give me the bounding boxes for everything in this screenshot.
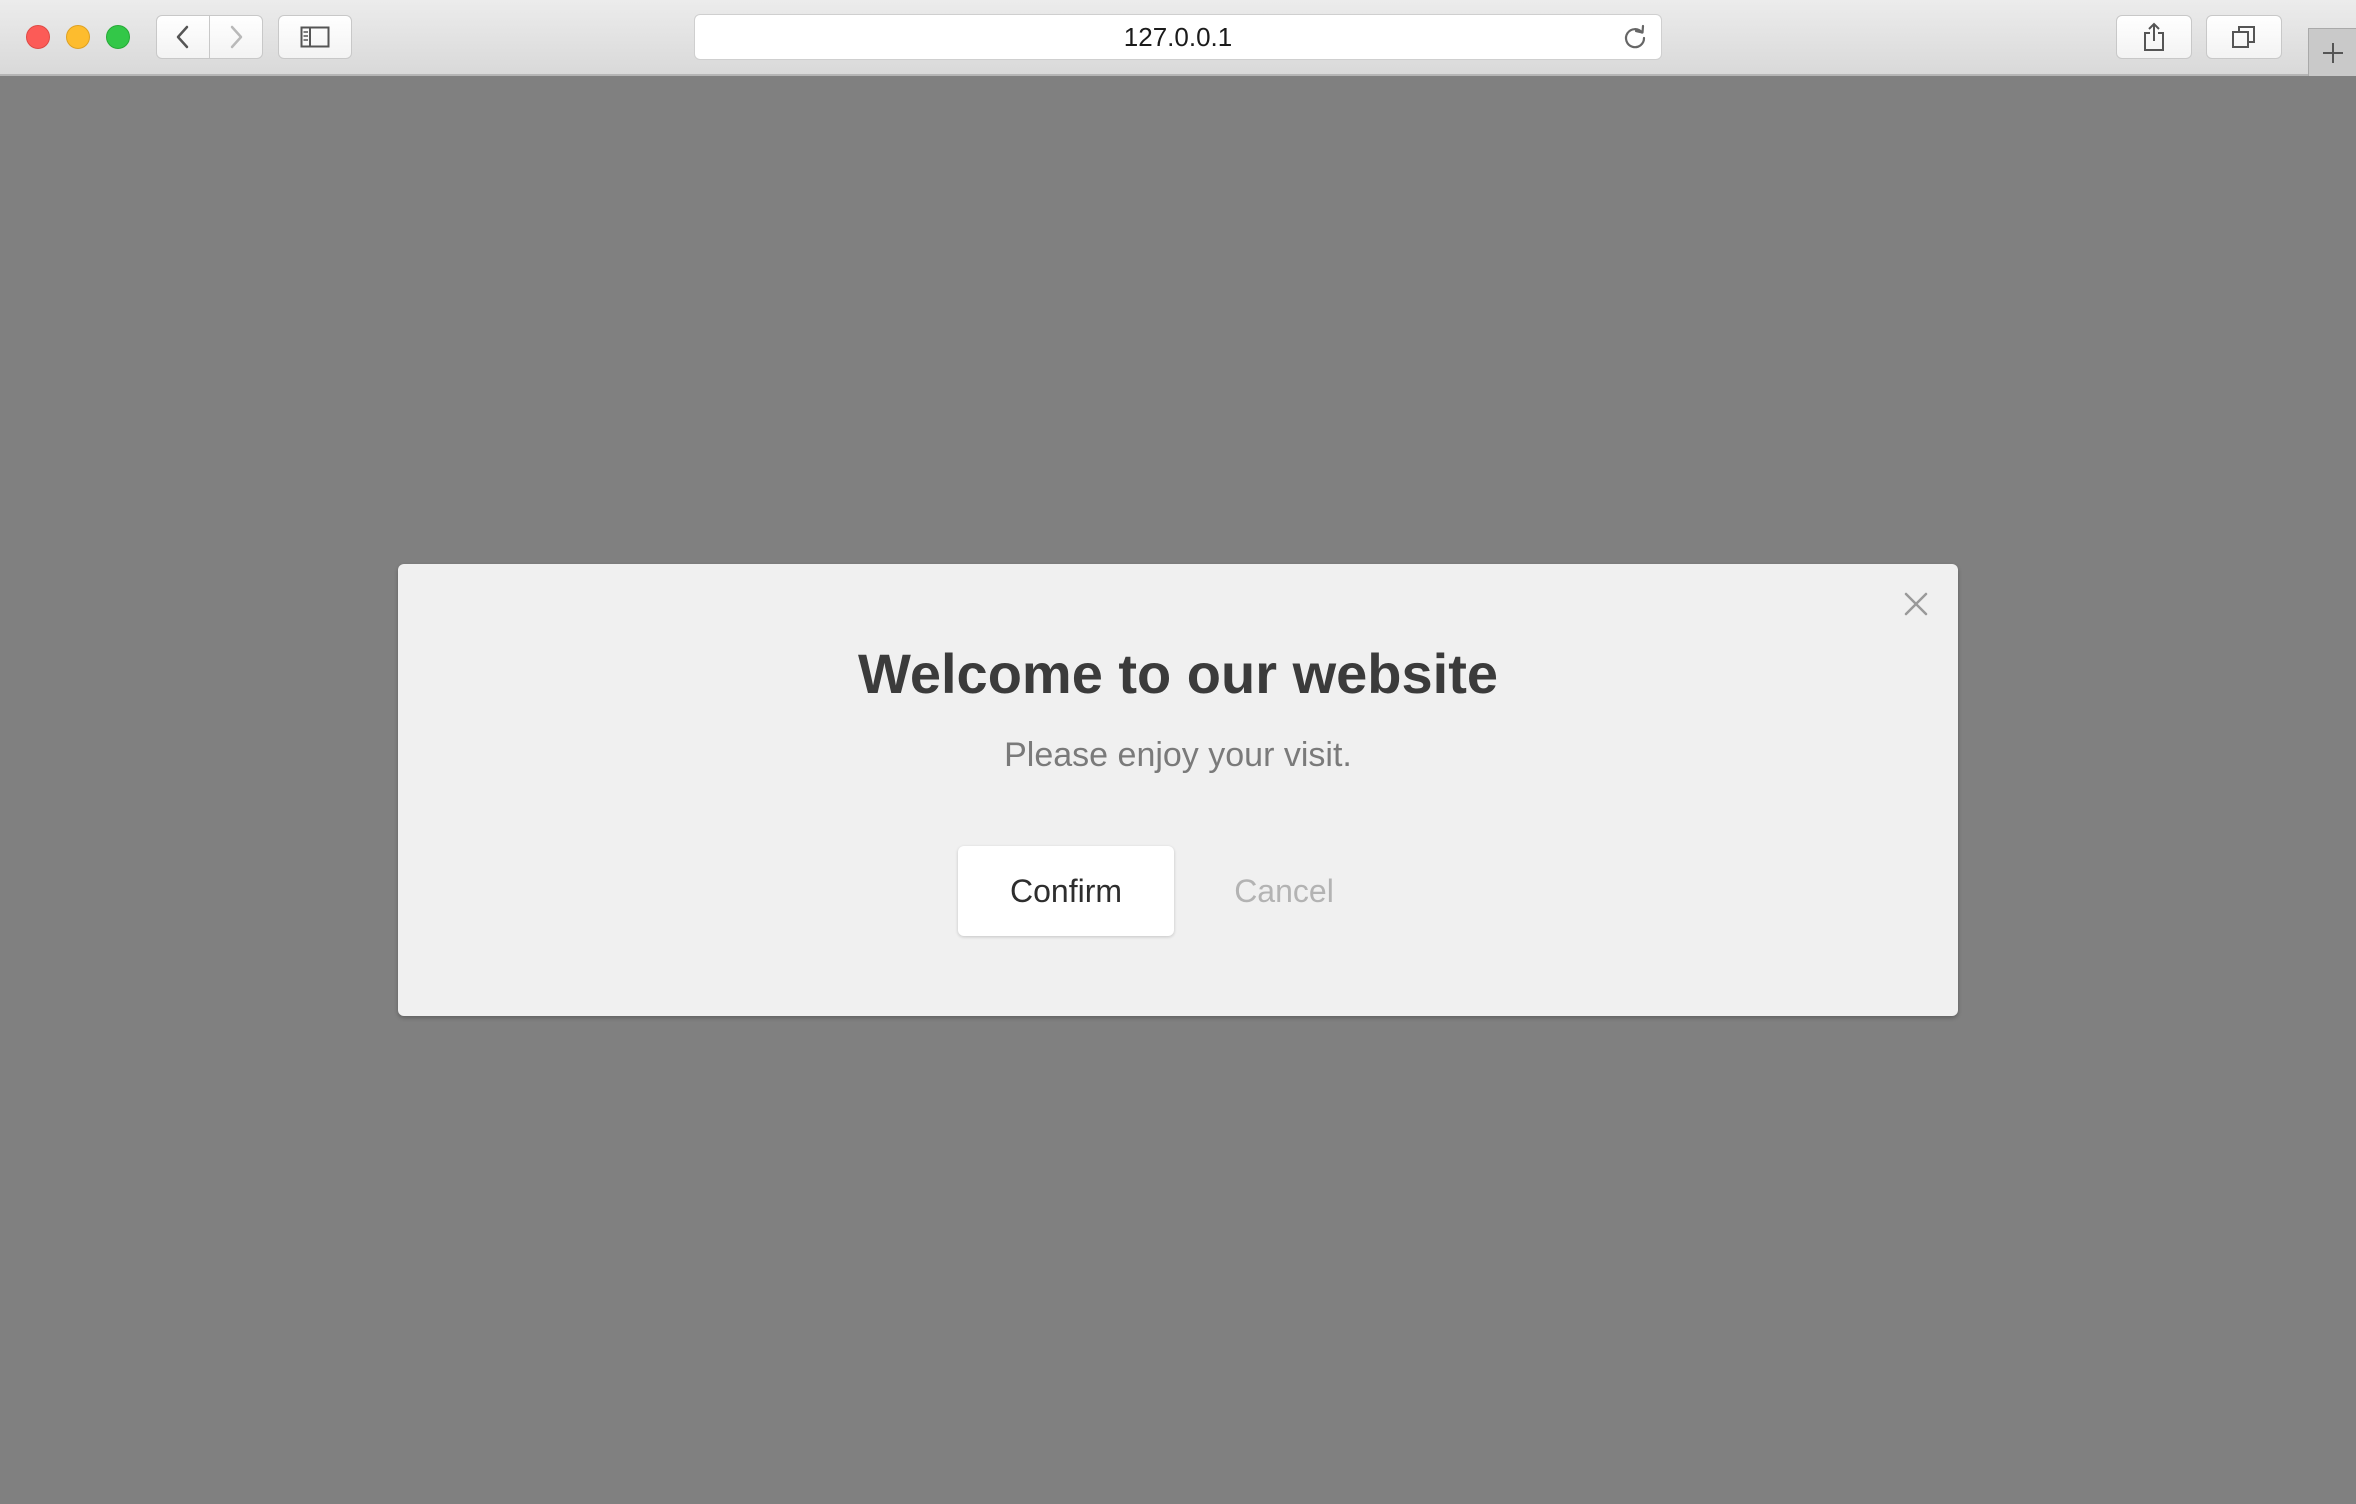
tabs-overview-button[interactable] xyxy=(2206,15,2282,59)
sidebar-icon xyxy=(300,26,330,48)
share-icon xyxy=(2144,22,2164,51)
modal-subtitle: Please enjoy your visit. xyxy=(1004,736,1352,774)
back-button[interactable] xyxy=(157,16,209,58)
new-tab-button[interactable] xyxy=(2308,28,2356,76)
modal-title: Welcome to our website xyxy=(858,642,1498,705)
window-close-button[interactable] xyxy=(26,25,50,49)
browser-window: 127.0.0.1 Welcome to our website Please … xyxy=(0,0,2356,1504)
confirm-button[interactable]: Confirm xyxy=(958,846,1174,936)
share-button[interactable] xyxy=(2116,15,2192,59)
tabs-overview-icon xyxy=(2232,26,2255,48)
welcome-modal: Welcome to our website Please enjoy your… xyxy=(398,564,1958,1016)
modal-close-button[interactable] xyxy=(1898,586,1934,622)
window-minimize-button[interactable] xyxy=(66,25,90,49)
address-bar[interactable]: 127.0.0.1 xyxy=(694,14,1662,60)
chevron-right-icon xyxy=(230,25,243,49)
address-text: 127.0.0.1 xyxy=(1123,21,1233,52)
sidebar-button[interactable] xyxy=(278,15,352,59)
chevron-left-icon xyxy=(176,25,189,49)
browser-toolbar: 127.0.0.1 xyxy=(0,0,2356,76)
close-icon xyxy=(1904,592,1928,616)
window-zoom-button[interactable] xyxy=(106,25,130,49)
cancel-button[interactable]: Cancel xyxy=(1198,846,1370,936)
navigation-buttons xyxy=(156,15,263,59)
reload-icon[interactable] xyxy=(1621,24,1649,52)
plus-icon xyxy=(2322,42,2343,63)
forward-button[interactable] xyxy=(209,16,262,58)
